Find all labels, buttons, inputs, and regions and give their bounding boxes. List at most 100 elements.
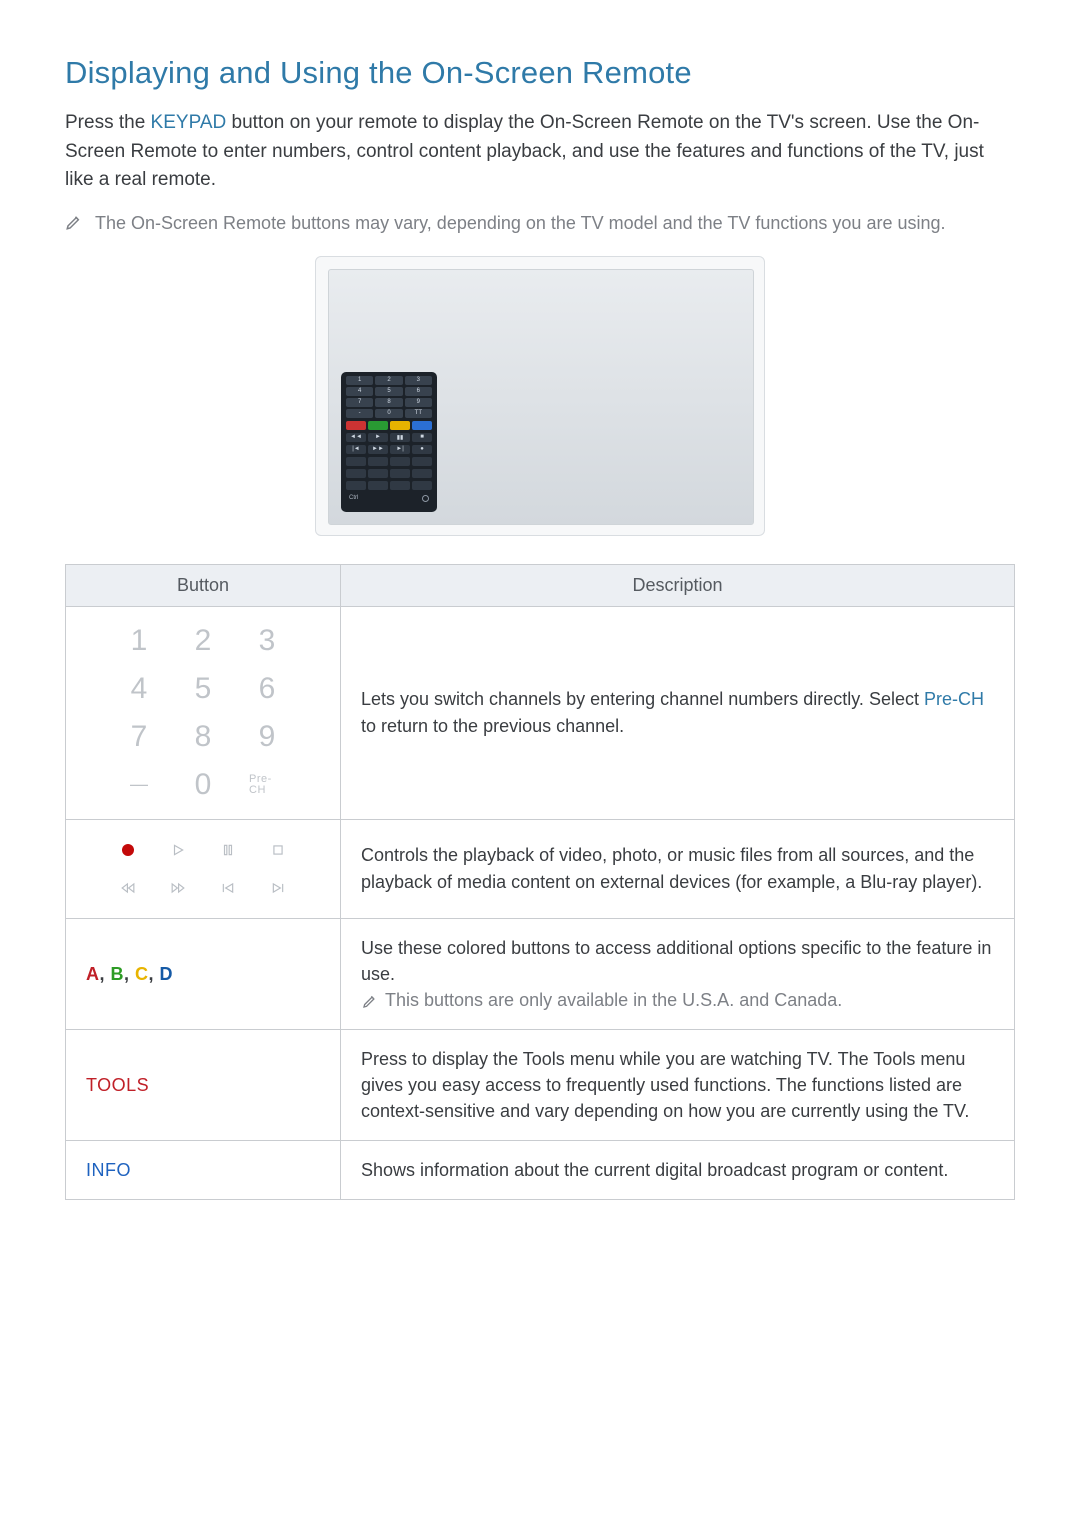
remote-ff-icon: ►► (368, 445, 388, 454)
remote-pause-icon: ▮▮ (390, 433, 410, 442)
remote-key: 5 (375, 387, 402, 396)
table-header-row: Button Description (66, 564, 1015, 606)
remote-btn (346, 469, 366, 478)
remote-row-b (346, 469, 432, 478)
tv-frame: 1 2 3 4 5 6 7 8 9 - 0 TT ◄◄ ► (328, 269, 754, 525)
skip-next-icon (261, 874, 295, 902)
key-8: 8 (185, 719, 221, 755)
page-title: Displaying and Using the On-Screen Remot… (65, 55, 1015, 91)
remote-row-c (346, 481, 432, 490)
cell-abcd: A, B, C, D (66, 918, 341, 1029)
remote-btn (346, 481, 366, 490)
remote-d-icon (412, 421, 432, 430)
table-row-keypad: 1 2 3 4 5 6 7 8 9 — 0 Pre- CH Lets you s… (66, 606, 1015, 819)
remote-footer: Ctrl (346, 493, 432, 502)
remote-play-icon: ► (368, 433, 388, 442)
remote-btn (412, 481, 432, 490)
remote-btn (390, 457, 410, 466)
remote-rewind-icon: ◄◄ (346, 433, 366, 442)
remote-btn (390, 469, 410, 478)
remote-key: 8 (375, 398, 402, 407)
th-description: Description (341, 564, 1015, 606)
cell-info: INFO (66, 1141, 341, 1200)
remote-btn (368, 481, 388, 490)
key-4: 4 (121, 671, 157, 707)
pencil-icon (361, 992, 379, 1010)
table-row-info: INFO Shows information about the current… (66, 1141, 1015, 1200)
cell-tools-desc: Press to display the Tools menu while yo… (341, 1029, 1015, 1140)
table-row-tools: TOOLS Press to display the Tools menu wh… (66, 1029, 1015, 1140)
pre-ch-keyword: Pre-CH (924, 689, 984, 709)
remote-footer-left: Ctrl (349, 495, 358, 501)
remote-a-icon (346, 421, 366, 430)
remote-prev-icon: |◄ (346, 445, 366, 454)
remote-btn (368, 457, 388, 466)
remote-key: - (346, 409, 373, 418)
cell-keypad-desc: Lets you switch channels by entering cha… (341, 606, 1015, 819)
remote-btn (368, 469, 388, 478)
tv-illustration: 1 2 3 4 5 6 7 8 9 - 0 TT ◄◄ ► (315, 256, 765, 536)
remote-numpad: 1 2 3 4 5 6 7 8 9 - 0 TT (346, 376, 432, 418)
remote-key: 4 (346, 387, 373, 396)
c-label: C (135, 964, 149, 984)
button-table: Button Description 1 2 3 4 5 6 7 8 9 — 0… (65, 564, 1015, 1201)
remote-row-a (346, 457, 432, 466)
cell-transport-desc: Controls the playback of video, photo, o… (341, 819, 1015, 918)
tools-label: TOOLS (86, 1075, 149, 1095)
keypad-keyword: KEYPAD (151, 112, 227, 133)
remote-key: 3 (405, 376, 432, 385)
key-1: 1 (121, 623, 157, 659)
remote-btn (412, 457, 432, 466)
cell-transport (66, 819, 341, 918)
abcd-label: A, B, C, D (86, 964, 173, 984)
key-minus: — (121, 767, 157, 803)
a-label: A (86, 964, 100, 984)
cell-info-desc: Shows information about the current digi… (341, 1141, 1015, 1200)
key-6: 6 (249, 671, 285, 707)
intro-text-before: Press the (65, 112, 151, 133)
key-9: 9 (249, 719, 285, 755)
abcd-note-text: This buttons are only available in the U… (385, 990, 842, 1010)
note-text: The On-Screen Remote buttons may vary, d… (95, 213, 946, 234)
remote-b-icon (368, 421, 388, 430)
keypad-desc-after: to return to the previous channel. (361, 716, 624, 736)
abcd-desc: Use these colored buttons to access addi… (361, 938, 991, 984)
key-2: 2 (185, 623, 221, 659)
fast-forward-icon (161, 874, 195, 902)
remote-key: 1 (346, 376, 373, 385)
remote-key: 7 (346, 398, 373, 407)
remote-transport-2: |◄ ►► ►| ● (346, 445, 432, 454)
table-row-abcd: A, B, C, D Use these colored buttons to … (66, 918, 1015, 1029)
th-button: Button (66, 564, 341, 606)
remote-next-icon: ►| (390, 445, 410, 454)
transport-graphic (86, 836, 320, 902)
on-screen-remote: 1 2 3 4 5 6 7 8 9 - 0 TT ◄◄ ► (341, 372, 437, 512)
remote-color-row (346, 421, 432, 430)
note-row: The On-Screen Remote buttons may vary, d… (65, 213, 1015, 234)
remote-key: 0 (375, 409, 402, 418)
remote-c-icon (390, 421, 410, 430)
remote-key: 2 (375, 376, 402, 385)
remote-transport: ◄◄ ► ▮▮ ■ (346, 433, 432, 442)
keypad-desc-before: Lets you switch channels by entering cha… (361, 689, 924, 709)
record-icon (111, 836, 145, 864)
remote-key: 6 (405, 387, 432, 396)
gear-icon (422, 495, 429, 502)
remote-btn (412, 469, 432, 478)
intro-paragraph: Press the KEYPAD button on your remote t… (65, 109, 1015, 195)
rewind-icon (111, 874, 145, 902)
remote-btn (346, 457, 366, 466)
cell-keypad: 1 2 3 4 5 6 7 8 9 — 0 Pre- CH (66, 606, 341, 819)
cell-abcd-desc: Use these colored buttons to access addi… (341, 918, 1015, 1029)
key-3: 3 (249, 623, 285, 659)
remote-stop-icon: ■ (412, 433, 432, 442)
key-0: 0 (185, 767, 221, 803)
remote-rec-icon: ● (412, 445, 432, 454)
remote-btn (390, 481, 410, 490)
key-pre-ch: Pre- CH (249, 767, 285, 803)
key-5: 5 (185, 671, 221, 707)
play-icon (161, 836, 195, 864)
pause-icon (211, 836, 245, 864)
b-label: B (111, 964, 125, 984)
table-row-transport: Controls the playback of video, photo, o… (66, 819, 1015, 918)
